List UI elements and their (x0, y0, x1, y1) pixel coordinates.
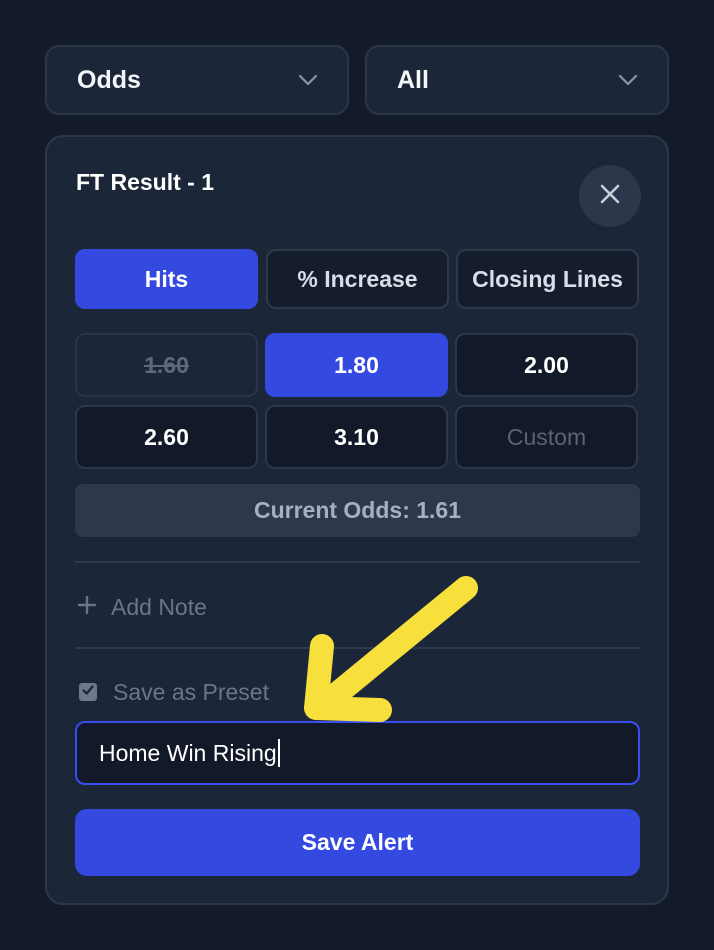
plus-icon (77, 595, 97, 620)
add-note-label: Add Note (111, 593, 207, 620)
save-alert-button[interactable]: Save Alert (75, 809, 640, 876)
checkmark-icon (81, 683, 95, 702)
current-odds-display: Current Odds: 1.61 (75, 484, 640, 537)
page: Odds All FT Result - 1 Hits % Increase C… (0, 0, 714, 950)
filter-select-value: All (397, 65, 429, 94)
market-select-value: Odds (77, 65, 141, 94)
tab-hits[interactable]: Hits (75, 249, 258, 309)
close-button[interactable] (579, 165, 641, 227)
tab-closing-lines[interactable]: Closing Lines (456, 249, 639, 309)
preset-name-value: Home Win Rising (99, 739, 277, 766)
chevron-down-icon (617, 69, 639, 91)
alert-card: FT Result - 1 Hits % Increase Closing Li… (45, 135, 669, 905)
text-caret (277, 739, 280, 767)
add-note-button[interactable]: Add Note (77, 589, 207, 625)
odds-option-2-00[interactable]: 2.00 (455, 333, 638, 397)
chevron-down-icon (297, 69, 319, 91)
odds-option-1-60[interactable]: 1.60 (75, 333, 258, 397)
card-title: FT Result - 1 (76, 169, 215, 195)
odds-option-1-80[interactable]: 1.80 (265, 333, 448, 397)
save-preset-label: Save as Preset (113, 678, 269, 705)
filter-select[interactable]: All (365, 45, 669, 115)
odds-option-2-60[interactable]: 2.60 (75, 405, 258, 469)
market-select[interactable]: Odds (45, 45, 349, 115)
custom-odds-input[interactable]: Custom (455, 405, 638, 469)
save-preset-option: Save as Preset (79, 677, 269, 707)
arrow-annotation-icon (304, 576, 478, 722)
odds-option-3-10[interactable]: 3.10 (265, 405, 448, 469)
close-icon (599, 183, 621, 210)
save-preset-checkbox[interactable] (79, 683, 97, 701)
tab-percent-increase[interactable]: % Increase (266, 249, 449, 309)
